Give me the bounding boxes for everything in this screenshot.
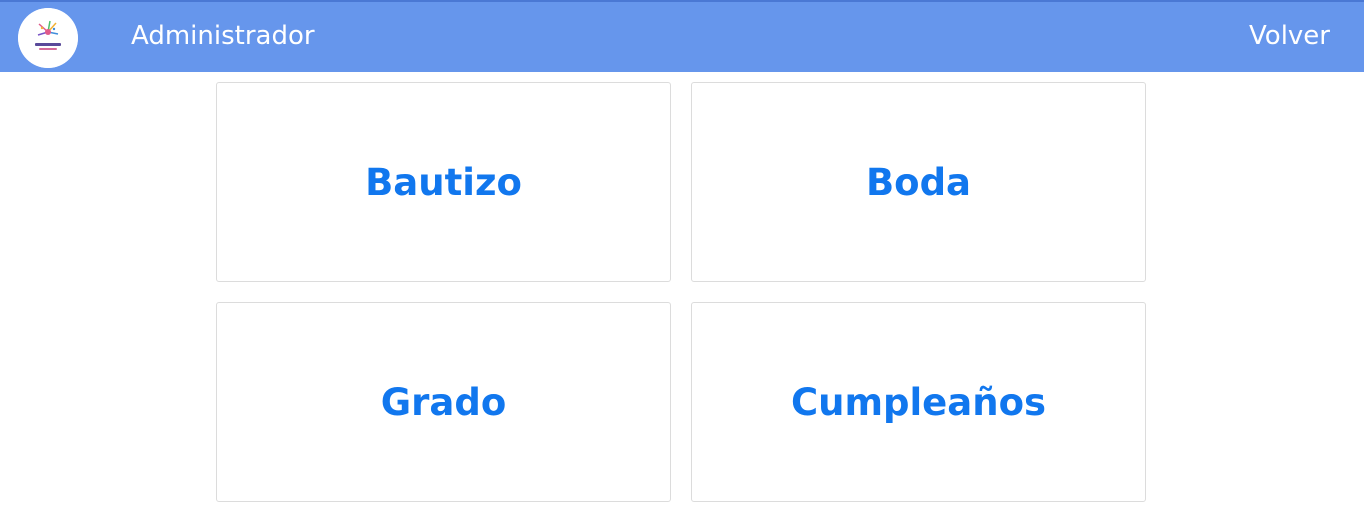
event-card-label: Grado: [380, 380, 507, 424]
event-card-label: Boda: [865, 160, 972, 204]
event-card-grado[interactable]: Grado: [216, 302, 671, 502]
page-title: Administrador: [131, 21, 315, 51]
top-navbar: Administrador Volver: [0, 0, 1364, 72]
event-card-boda[interactable]: Boda: [691, 82, 1146, 282]
event-card-cumpleanos[interactable]: Cumpleaños: [691, 302, 1146, 502]
back-link[interactable]: Volver: [1249, 20, 1330, 52]
party-logo-icon[interactable]: [18, 8, 78, 68]
event-card-label: Bautizo: [365, 160, 522, 204]
event-card-label: Cumpleaños: [790, 380, 1047, 424]
event-card-bautizo[interactable]: Bautizo: [216, 82, 671, 282]
